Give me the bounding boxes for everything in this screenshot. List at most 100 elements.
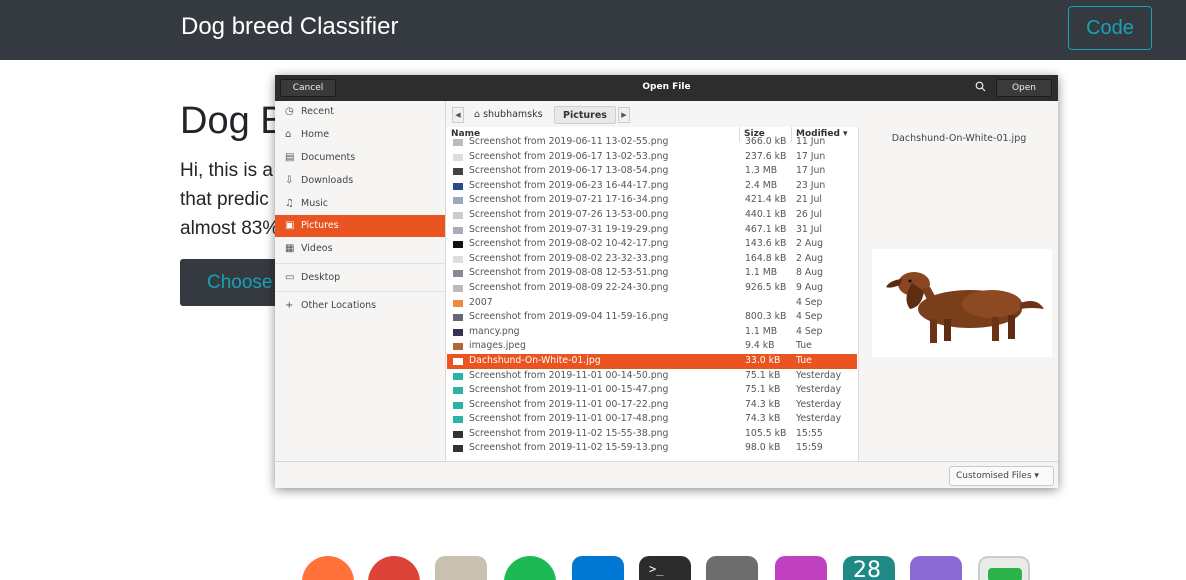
- sidebar-item-videos[interactable]: ▦ Videos: [275, 238, 445, 260]
- file-name: Screenshot from 2019-08-02 23-32-33.png: [469, 252, 669, 264]
- description-line: almost 83%: [180, 218, 280, 239]
- sidebar-item-label: Music: [301, 198, 329, 209]
- preview-filename: Dachshund-On-White-01.jpg: [891, 133, 1027, 144]
- clock-icon: ◷: [285, 106, 294, 117]
- chrome-icon[interactable]: [368, 556, 420, 580]
- chevron-down-icon: ▾: [1034, 471, 1039, 481]
- sidebar-item-downloads[interactable]: ⇩ Downloads: [275, 170, 445, 192]
- file-row[interactable]: Screenshot from 2019-11-02 15-59-13.png 9…: [447, 441, 857, 456]
- plus-icon: +: [285, 300, 294, 311]
- notes-icon[interactable]: [910, 556, 962, 580]
- file-row[interactable]: Screenshot from 2019-08-02 23-32-33.png 1…: [447, 252, 857, 267]
- file-name: Screenshot from 2019-11-02 15-59-13.png: [469, 442, 669, 454]
- file-row[interactable]: Screenshot from 2019-07-31 19-19-29.png 4…: [447, 223, 857, 238]
- file-row[interactable]: Dachshund-On-White-01.jpg 33.0 kB Tue: [447, 353, 857, 369]
- file-row[interactable]: Screenshot from 2019-06-17 13-08-54.png 1…: [447, 164, 857, 179]
- picture-icon: ▣: [285, 220, 295, 231]
- file-modified: Yesterday: [796, 369, 842, 381]
- terminal-prompt: >_: [649, 562, 664, 576]
- sidebar-item-other-locations[interactable]: + Other Locations: [275, 295, 445, 317]
- file-modified: 4 Sep: [796, 296, 823, 308]
- search-icon[interactable]: [975, 81, 986, 95]
- file-row[interactable]: Screenshot from 2019-07-21 17-16-34.png 4…: [447, 193, 857, 208]
- file-name: Screenshot from 2019-11-01 00-17-22.png: [469, 398, 669, 410]
- file-name: images.jpeg: [469, 340, 526, 352]
- file-row[interactable]: Screenshot from 2019-06-23 16-44-17.png 2…: [447, 179, 857, 194]
- file-name: Screenshot from 2019-06-17 13-02-53.png: [469, 150, 669, 162]
- vscode-icon[interactable]: [572, 556, 624, 580]
- navbar: Dog breed Classifier Code: [0, 0, 1186, 60]
- file-size: 105.5 kB: [745, 427, 787, 439]
- file-type-icon: [453, 343, 463, 351]
- file-row[interactable]: Screenshot from 2019-06-17 13-02-53.png 2…: [447, 150, 857, 165]
- sidebar-item-label: Home: [301, 129, 330, 140]
- file-row[interactable]: Screenshot from 2019-09-04 11-59-16.png 8…: [447, 310, 857, 325]
- file-type-icon: [453, 387, 463, 395]
- sidebar-item-pictures[interactable]: ▣ Pictures: [275, 215, 445, 237]
- file-size: 2.4 MB: [745, 179, 778, 191]
- terminal-icon[interactable]: >_: [639, 556, 691, 580]
- path-back-arrow[interactable]: ◀: [452, 107, 464, 123]
- videos-icon[interactable]: [775, 556, 827, 580]
- open-button[interactable]: Open: [996, 79, 1052, 97]
- file-size: 164.8 kB: [745, 252, 787, 264]
- file-type-icon: [453, 314, 463, 322]
- file-modified: Tue: [796, 340, 812, 352]
- breadcrumb-home-label: shubhamsks: [483, 109, 543, 120]
- file-row[interactable]: Screenshot from 2019-11-01 00-17-22.png 7…: [447, 398, 857, 413]
- file-size: 800.3 kB: [745, 311, 787, 323]
- sidebar-item-music[interactable]: ♫ Music: [275, 193, 445, 215]
- file-row[interactable]: images.jpeg 9.4 kB Tue: [447, 339, 857, 354]
- settings-icon[interactable]: [706, 556, 758, 580]
- sidebar-item-home[interactable]: ⌂ Home: [275, 124, 445, 146]
- breadcrumb-pictures[interactable]: Pictures: [554, 106, 616, 124]
- file-row[interactable]: 2007 4 Sep: [447, 296, 857, 311]
- file-row[interactable]: mancy.png 1.1 MB 4 Sep: [447, 325, 857, 340]
- brand-title[interactable]: Dog breed Classifier: [181, 13, 398, 41]
- file-size: 98.0 kB: [745, 442, 781, 454]
- code-button[interactable]: Code: [1068, 6, 1152, 50]
- file-row[interactable]: Screenshot from 2019-11-02 15-55-38.png 1…: [447, 427, 857, 442]
- file-name: Screenshot from 2019-07-31 19-19-29.png: [469, 223, 669, 235]
- home-icon: ⌂: [285, 129, 292, 140]
- sidebar-item-documents[interactable]: ▤ Documents: [275, 147, 445, 169]
- sidebar-item-desktop[interactable]: ▭ Desktop: [275, 267, 445, 289]
- path-forward-arrow[interactable]: ▶: [618, 107, 630, 123]
- toggle-icon[interactable]: [978, 556, 1030, 580]
- file-row[interactable]: Screenshot from 2019-07-26 13-53-00.png 4…: [447, 208, 857, 223]
- path-bar: ◀ ⌂ shubhamsks Pictures ▶: [446, 101, 1058, 127]
- file-modified: 31 Jul: [796, 223, 823, 235]
- file-size: 74.3 kB: [745, 413, 781, 425]
- file-row[interactable]: Screenshot from 2019-11-01 00-17-48.png 7…: [447, 412, 857, 427]
- sidebar-item-recent[interactable]: ◷ Recent: [275, 101, 445, 123]
- dialog-title: Open File: [642, 82, 691, 92]
- calendar-icon[interactable]: 28: [843, 556, 895, 580]
- file-name: Dachshund-On-White-01.jpg: [469, 354, 601, 366]
- page-description: Hi, this is a that predic almost 83%: [180, 156, 280, 243]
- file-type-icon: [453, 357, 463, 365]
- file-name: Screenshot from 2019-11-01 00-14-50.png: [469, 369, 669, 381]
- spotify-icon[interactable]: [504, 556, 556, 580]
- files-icon[interactable]: [435, 556, 487, 580]
- file-row[interactable]: Screenshot from 2019-08-02 10-42-17.png 1…: [447, 237, 857, 252]
- file-name: Screenshot from 2019-08-09 22-24-30.png: [469, 281, 669, 293]
- file-modified: 11 Jun: [796, 136, 826, 147]
- open-file-dialog: Cancel Open File Open ◷ Recent ⌂ Home ▤ Doc…: [275, 75, 1058, 488]
- file-row[interactable]: Screenshot from 2019-11-01 00-14-50.png 7…: [447, 369, 857, 384]
- file-modified: Tue: [796, 354, 812, 366]
- firefox-icon[interactable]: [302, 556, 354, 580]
- breadcrumb-home[interactable]: ⌂ shubhamsks: [466, 106, 551, 124]
- dog-preview-image: [872, 249, 1052, 357]
- file-filter-dropdown[interactable]: Customised Files ▾: [949, 466, 1054, 486]
- file-type-icon: [453, 430, 463, 438]
- document-icon: ▤: [285, 152, 295, 163]
- file-type-icon: [453, 255, 463, 263]
- file-size: 143.6 kB: [745, 238, 787, 250]
- file-row[interactable]: Screenshot from 2019-08-09 22-24-30.png 9…: [447, 281, 857, 296]
- file-type-icon: [453, 328, 463, 336]
- filter-label: Customised Files: [956, 471, 1032, 481]
- file-row[interactable]: Screenshot from 2019-11-01 00-15-47.png 7…: [447, 383, 857, 398]
- file-row[interactable]: Screenshot from 2019-08-08 12-53-51.png 1…: [447, 266, 857, 281]
- file-modified: 15:55: [796, 427, 823, 439]
- file-row[interactable]: Screenshot from 2019-06-11 13-02-55.png 3…: [447, 135, 857, 150]
